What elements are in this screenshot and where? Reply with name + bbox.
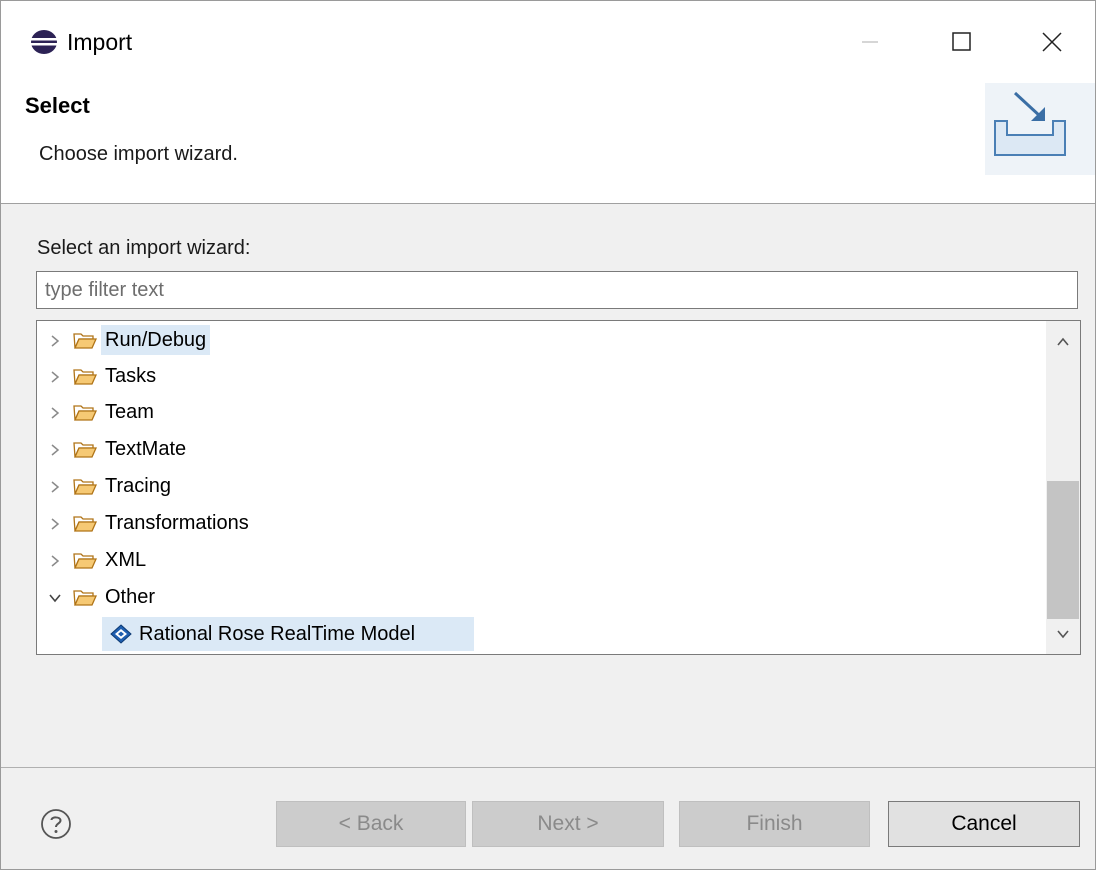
vertical-scrollbar[interactable] xyxy=(1046,321,1080,654)
maximize-button[interactable] xyxy=(939,21,985,63)
filter-input[interactable] xyxy=(36,271,1078,309)
import-dialog: Import Select Choose import wizard. Sele… xyxy=(0,0,1096,870)
tree-item-textmate[interactable]: TextMate xyxy=(37,432,1045,466)
import-banner-icon xyxy=(985,83,1095,175)
tree-item-label: Team xyxy=(105,401,154,423)
close-button[interactable] xyxy=(1029,21,1075,63)
chevron-right-icon[interactable] xyxy=(47,479,63,495)
tree-item-label: Transformations xyxy=(105,512,249,534)
folder-icon xyxy=(73,479,97,495)
chevron-right-icon[interactable] xyxy=(47,333,63,349)
chevron-up-icon xyxy=(1057,337,1069,346)
help-icon[interactable] xyxy=(39,807,73,841)
cancel-button[interactable]: Cancel xyxy=(888,801,1080,847)
scrollbar-thumb[interactable] xyxy=(1047,481,1079,619)
tree-item-label: Tracing xyxy=(105,475,171,497)
tree-item-tracing[interactable]: Tracing xyxy=(37,469,1045,503)
scroll-up-button[interactable] xyxy=(1046,327,1080,357)
chevron-right-icon[interactable] xyxy=(47,369,63,385)
tree-item-label: Run/Debug xyxy=(101,325,211,355)
chevron-right-icon[interactable] xyxy=(47,442,63,458)
tree-item-label: Tasks xyxy=(105,365,157,387)
title-bar: Import xyxy=(1,1,1095,83)
tree-item-label: TextMate xyxy=(105,438,187,460)
tree-item-label: Rational Rose RealTime Model xyxy=(139,623,416,645)
eclipse-icon xyxy=(31,30,57,54)
tree-item-label: XML xyxy=(105,549,147,571)
folder-icon xyxy=(73,369,97,385)
folder-icon xyxy=(73,333,97,349)
select-wizard-label: Select an import wizard: xyxy=(37,237,251,259)
wizard-tree[interactable]: Run/Debug Tasks Team TextMate Tracing Tr… xyxy=(36,320,1081,655)
folder-icon xyxy=(73,553,97,569)
tree-item-team[interactable]: Team xyxy=(37,395,1045,429)
tree-item-other[interactable]: Other xyxy=(37,580,1045,614)
maximize-icon xyxy=(952,32,971,51)
tree-item-transformations[interactable]: Transformations xyxy=(37,506,1045,540)
chevron-right-icon[interactable] xyxy=(47,553,63,569)
button-bar-separator xyxy=(1,767,1095,768)
folder-icon xyxy=(73,405,97,421)
back-button[interactable]: < Back xyxy=(276,801,466,847)
scroll-down-button[interactable] xyxy=(1046,619,1080,649)
chevron-down-icon[interactable] xyxy=(47,590,63,606)
tree-item-tasks[interactable]: Tasks xyxy=(37,359,1045,393)
rose-model-icon xyxy=(110,624,132,644)
close-icon xyxy=(1042,32,1062,52)
minimize-icon xyxy=(862,41,878,43)
wizard-header: Select Choose import wizard. xyxy=(1,83,1095,204)
chevron-right-icon[interactable] xyxy=(47,516,63,532)
chevron-right-icon[interactable] xyxy=(47,405,63,421)
page-title: Select xyxy=(25,93,90,118)
page-description: Choose import wizard. xyxy=(39,143,238,165)
folder-icon xyxy=(73,516,97,532)
next-button[interactable]: Next > xyxy=(472,801,664,847)
folder-icon xyxy=(73,590,97,606)
tree-item-rational-rose-realtime-model[interactable]: Rational Rose RealTime Model xyxy=(37,617,1045,651)
finish-button[interactable]: Finish xyxy=(679,801,870,847)
minimize-button[interactable] xyxy=(847,21,893,63)
chevron-down-icon xyxy=(1057,630,1069,639)
tree-item-label: Other xyxy=(105,586,156,608)
tree-item-run-debug[interactable]: Run/Debug xyxy=(37,323,1045,357)
tree-item-xml[interactable]: XML xyxy=(37,543,1045,577)
folder-icon xyxy=(73,442,97,458)
window-title: Import xyxy=(67,29,133,55)
